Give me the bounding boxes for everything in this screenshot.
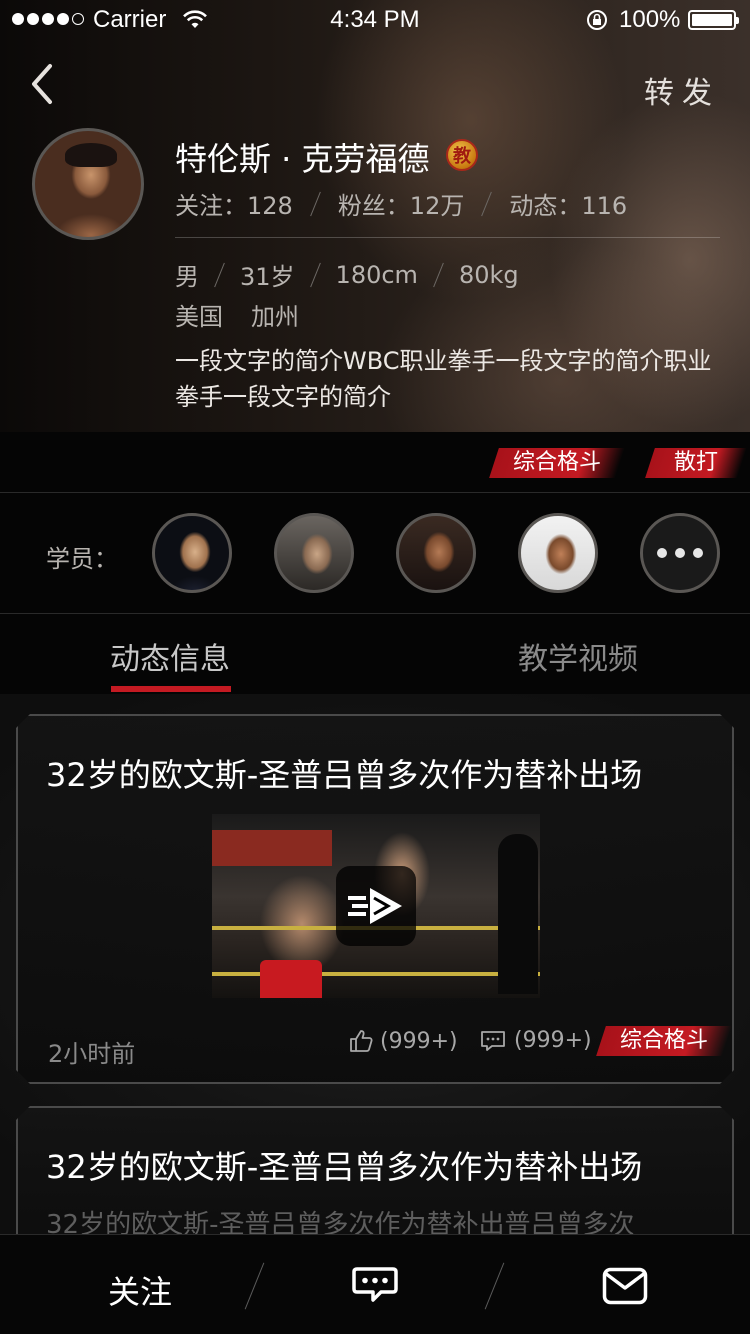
tab-posts[interactable]: 动态信息 (110, 634, 230, 678)
gender: 男 (175, 263, 199, 291)
like-button[interactable]: (999+) (348, 1028, 458, 1054)
status-bar: Carrier 4:34 PM 100% (0, 0, 750, 40)
coach-badge-icon: 教 (446, 139, 478, 171)
comment-count: (999+) (514, 1028, 592, 1053)
location: 美国 加州 (175, 297, 299, 332)
category-tag: 综合格斗 (596, 1026, 732, 1056)
play-icon (344, 884, 408, 928)
feed-card[interactable]: 32岁的欧文斯-圣普吕曾多次作为替补出场 2小时前 (999+) (999+) … (16, 714, 734, 1084)
card-title: 32岁的欧文斯-圣普吕曾多次作为替补出场 (46, 756, 643, 794)
comment-button[interactable]: (999+) (480, 1028, 592, 1053)
skill-tag: 散打 (645, 448, 747, 478)
height: 180cm (335, 260, 418, 289)
fans-count[interactable]: 粉丝：12万 (338, 186, 465, 221)
more-students-button[interactable] (640, 513, 720, 593)
profile-stats: 关注：128 粉丝：12万 动态：116 (175, 186, 627, 221)
follow-button[interactable]: 关注 (108, 1267, 172, 1313)
tag-strip (0, 432, 750, 492)
back-icon (32, 64, 52, 104)
card-title: 32岁的欧文斯-圣普吕曾多次作为替补出场 (46, 1148, 643, 1186)
back-button[interactable] (24, 62, 64, 106)
card-summary: 32岁的欧文斯-圣普吕曾多次作为替补出普吕曾多次 (46, 1210, 635, 1234)
share-button[interactable]: 转发 (644, 68, 720, 112)
battery-icon (688, 10, 739, 30)
feed-card[interactable]: 32岁的欧文斯-圣普吕曾多次作为替补出场 32岁的欧文斯-圣普吕曾多次作为替补出… (16, 1106, 734, 1234)
comment-icon (480, 1029, 506, 1053)
student-avatar[interactable] (152, 513, 232, 593)
avatar (32, 128, 144, 240)
message-button[interactable] (602, 1267, 648, 1309)
bottom-action-bar: 关注 (0, 1234, 750, 1334)
feed-list[interactable]: 32岁的欧文斯-圣普吕曾多次作为替补出场 2小时前 (999+) (999+) … (0, 694, 750, 1234)
divider (244, 1262, 265, 1310)
profile-bio: 一段文字的简介WBC职业拳手一段文字的简介职业拳手一段文字的简介 (175, 347, 712, 411)
region: 加州 (251, 303, 299, 331)
lock-rotation-icon (586, 9, 608, 38)
chat-button[interactable] (351, 1265, 399, 1311)
student-avatar[interactable] (518, 513, 598, 593)
tab-videos[interactable]: 教学视频 (518, 634, 638, 678)
like-icon (348, 1028, 374, 1054)
profile-header: Carrier 4:34 PM 100% 转发 特伦斯 · 克劳福德 教 关注：… (0, 0, 750, 432)
profile-name: 特伦斯 · 克劳福德 (175, 140, 430, 178)
country: 美国 (175, 303, 223, 331)
student-avatar[interactable] (396, 513, 476, 593)
like-count: (999+) (380, 1028, 458, 1054)
post-time: 2小时前 (48, 1040, 136, 1068)
chat-icon (352, 1267, 398, 1302)
divider (175, 237, 720, 238)
weight: 80kg (458, 260, 519, 289)
mail-icon (602, 1267, 648, 1305)
posts-count[interactable]: 动态：116 (509, 186, 627, 221)
more-icon (657, 548, 667, 558)
tab-bar: 动态信息 教学视频 (0, 614, 750, 694)
students-label: 学员： (46, 545, 118, 573)
play-button[interactable] (336, 866, 416, 946)
tab-indicator (111, 686, 231, 692)
student-avatar[interactable] (274, 513, 354, 593)
profile-attributes: 男 31岁 180cm 80kg (175, 257, 519, 292)
video-thumbnail[interactable] (212, 814, 540, 998)
students-row: 学员： (0, 493, 750, 613)
age: 31岁 (240, 263, 295, 291)
divider (484, 1262, 505, 1310)
skill-tag: 综合格斗 (489, 448, 625, 478)
follow-count[interactable]: 关注：128 (175, 186, 293, 221)
battery-percent: 100% (619, 6, 681, 33)
